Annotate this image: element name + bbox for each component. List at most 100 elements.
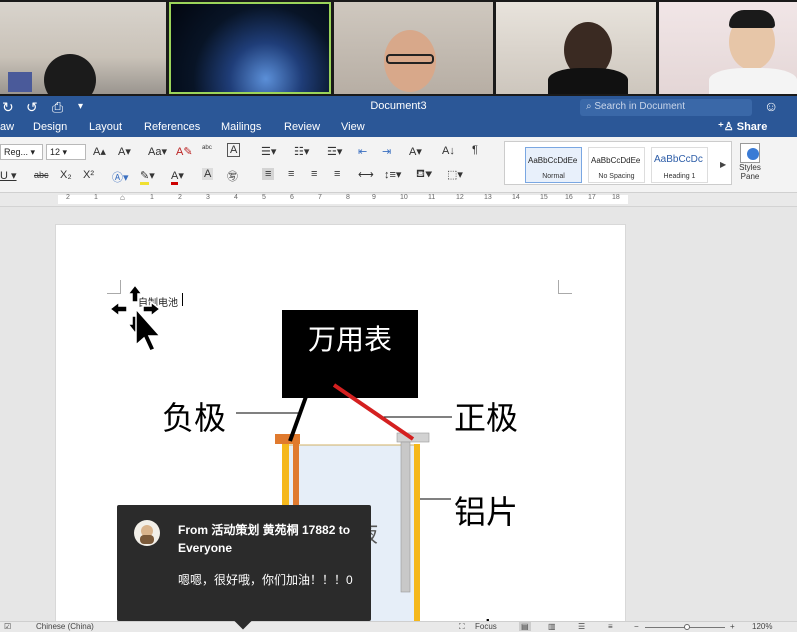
show-formatting-icon[interactable]: ¶	[472, 144, 478, 156]
video-tile-active-speaker[interactable]	[169, 2, 331, 94]
video-tile[interactable]	[334, 2, 493, 94]
add-person-icon: ⁺♙	[718, 121, 737, 133]
feedback-smiley-icon[interactable]: ☺	[764, 98, 778, 114]
zoom-out-icon[interactable]: −	[634, 622, 639, 631]
search-placeholder: Search in Document	[594, 101, 685, 112]
ribbon-tabs: aw Design Layout References Mailings Rev…	[0, 119, 797, 137]
style-name: No Spacing	[598, 173, 635, 180]
font-size-select[interactable]: 12 ▾	[46, 144, 86, 160]
superscript-icon[interactable]: X²	[83, 169, 94, 181]
bullets-icon[interactable]: ☰▾	[261, 145, 276, 158]
negative-lead	[288, 390, 310, 442]
participant-silhouette	[44, 54, 96, 94]
line-spacing-icon[interactable]: ↕≡▾	[384, 168, 401, 181]
increase-indent-icon[interactable]: ⇥	[382, 145, 391, 158]
positive-label[interactable]: 正极	[454, 393, 518, 439]
home-ribbon: Reg... ▾ 12 ▾ A▴ A▾ Aa▾ A✎ ᵃᵇᶜ A U ▾ abc…	[0, 137, 797, 193]
style-sample: AaBbCcDdEe	[528, 156, 578, 165]
styles-more-chevron-icon[interactable]: ▶	[720, 160, 726, 169]
left-electrode-cap	[275, 434, 300, 444]
justify-icon[interactable]: ≡	[334, 168, 340, 180]
language-status[interactable]: Chinese (China)	[36, 622, 94, 631]
phonetic-guide-icon[interactable]: ᵃᵇᶜ	[202, 143, 212, 153]
aluminum-electrode	[400, 441, 411, 593]
share-button[interactable]: ⁺♙ Share	[718, 120, 767, 133]
video-tile[interactable]	[659, 2, 797, 94]
ruler-number: 9	[372, 194, 376, 201]
font-color-icon[interactable]: A▾	[171, 169, 184, 185]
character-border-icon[interactable]: A	[227, 143, 241, 157]
zoom-level[interactable]: 120%	[752, 622, 772, 631]
styles-pane-button[interactable]: Styles Pane	[737, 143, 763, 181]
style-heading-1[interactable]: AaBbCcDc Heading 1	[651, 147, 708, 183]
tab-draw[interactable]: aw	[0, 121, 14, 133]
style-name: Heading 1	[663, 173, 696, 180]
enclose-characters-icon[interactable]: ㊢	[227, 168, 238, 184]
ruler-number: 16	[565, 194, 573, 201]
ruler-number: 17	[588, 194, 596, 201]
focus-icon: ⛶	[459, 622, 465, 631]
strikethrough-icon[interactable]: abc	[34, 170, 49, 180]
print-layout-icon[interactable]: ▤	[519, 622, 531, 631]
align-center-icon[interactable]: ≡	[288, 168, 294, 180]
clear-formatting-icon[interactable]: A✎	[176, 145, 193, 158]
negative-label[interactable]: 负极	[162, 393, 226, 439]
ruler-number: 2	[66, 194, 70, 201]
tab-view[interactable]: View	[341, 121, 365, 133]
style-no-spacing[interactable]: AaBbCcDdEe No Spacing	[588, 147, 645, 183]
underline-icon[interactable]: U ▾	[0, 169, 17, 182]
distributed-icon[interactable]: ⟷	[358, 168, 374, 181]
multilevel-list-icon[interactable]: ☲▾	[327, 145, 342, 158]
align-left-icon[interactable]: ≡	[262, 168, 275, 180]
grow-font-icon[interactable]: A▴	[93, 145, 106, 158]
numbering-icon[interactable]: ☷▾	[294, 145, 309, 158]
proofing-icon[interactable]: ☑	[4, 622, 11, 631]
zoom-slider-thumb[interactable]	[684, 624, 690, 630]
cup-label-partial: 杯子	[480, 610, 544, 621]
sort-icon[interactable]: A↓	[442, 145, 455, 157]
aluminum-label[interactable]: 铝片	[454, 487, 518, 533]
text-effects-icon[interactable]: Ⓐ▾	[112, 169, 129, 185]
subscript-icon[interactable]: X₂	[60, 169, 72, 181]
align-right-icon[interactable]: ≡	[311, 168, 317, 180]
tab-review[interactable]: Review	[284, 121, 320, 133]
asian-layout-icon[interactable]: A▾	[409, 145, 422, 158]
indent-marker-icon[interactable]: ⌂	[120, 193, 125, 202]
ruler-number: 4	[234, 194, 238, 201]
avatar	[134, 520, 160, 546]
font-size-value: 12	[50, 147, 61, 157]
shrink-font-icon[interactable]: A▾	[118, 145, 131, 158]
tab-mailings[interactable]: Mailings	[221, 121, 261, 133]
zoom-in-icon[interactable]: +	[730, 622, 735, 631]
chat-notification[interactable]: From 活动策划 黄苑桐 17882 to Everyone 嗯嗯，很好哦，你…	[117, 505, 371, 630]
ruler-number: 15	[540, 194, 548, 201]
style-name: Normal	[542, 173, 565, 180]
change-case-icon[interactable]: Aa▾	[148, 145, 167, 158]
focus-button[interactable]: Focus	[475, 622, 497, 631]
font-name-select[interactable]: Reg... ▾	[0, 144, 43, 160]
search-input[interactable]: ⌕ Search in Document	[580, 99, 752, 116]
video-tile[interactable]	[0, 2, 166, 94]
decrease-indent-icon[interactable]: ⇤	[358, 145, 367, 158]
shading-icon[interactable]: ⛾▾	[416, 168, 432, 182]
tab-design[interactable]: Design	[33, 121, 67, 133]
video-tile[interactable]	[496, 2, 656, 94]
ruler-number: 14	[512, 194, 520, 201]
character-shading-icon[interactable]: A	[202, 168, 214, 180]
chat-sender: From 活动策划 黄苑桐 17882 to Everyone	[178, 523, 351, 555]
style-normal[interactable]: AaBbCcDdEe Normal	[525, 147, 582, 183]
outline-view-icon[interactable]: ☰	[578, 622, 585, 631]
tab-references[interactable]: References	[144, 121, 200, 133]
horizontal-ruler[interactable]: 2 1 1 2 3 4 5 6 7 8 9 10 11 12 13 14 15 …	[0, 193, 797, 207]
borders-icon[interactable]: ⬚▾	[447, 168, 463, 181]
background-object	[8, 72, 32, 92]
draft-view-icon[interactable]: ≡	[608, 622, 613, 631]
web-layout-icon[interactable]: ▥	[548, 622, 556, 631]
tab-layout[interactable]: Layout	[89, 121, 122, 133]
ruler-number: 5	[262, 194, 266, 201]
styles-pane-label: Styles Pane	[739, 163, 761, 181]
chat-message: 嗯嗯，很好哦，你们加油！！！0	[178, 573, 353, 587]
styles-pane-icon	[740, 143, 760, 163]
share-label: Share	[736, 121, 768, 133]
highlight-icon[interactable]: ✎▾	[140, 169, 155, 185]
